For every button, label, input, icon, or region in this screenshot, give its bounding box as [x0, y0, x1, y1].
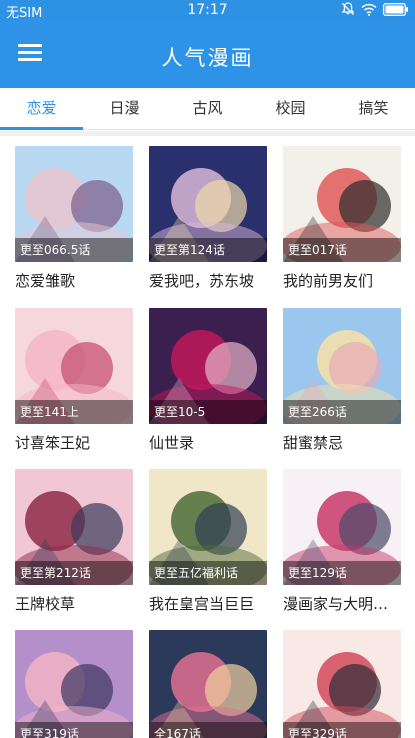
comic-card[interactable]: 全167话	[149, 630, 267, 738]
comic-cover[interactable]: 更至141上	[15, 308, 133, 424]
comic-card[interactable]: 更至141上 讨喜笨王妃	[15, 308, 133, 453]
update-status-badge: 更至329话	[283, 722, 401, 738]
comic-title: 讨喜笨王妃	[15, 434, 91, 452]
wifi-icon	[361, 3, 377, 16]
update-status-badge: 更至五亿福利话	[149, 561, 267, 585]
comic-card[interactable]: 更至第212话 王牌校草	[15, 469, 133, 614]
status-icons	[341, 2, 409, 16]
comic-cover[interactable]: 更至10-5	[149, 308, 267, 424]
update-status-badge: 更至第124话	[149, 238, 267, 262]
tab-comedy[interactable]: 搞笑	[332, 88, 415, 129]
update-status-badge: 更至10-5	[149, 400, 267, 424]
update-status-badge: 更至319话	[15, 722, 133, 738]
mute-icon	[341, 2, 355, 16]
status-bar: 无SIM 17:17	[0, 0, 415, 21]
update-status-badge: 更至第212话	[15, 561, 133, 585]
tab-romance[interactable]: 恋爱	[0, 88, 83, 130]
comic-cover[interactable]: 更至017话	[283, 146, 401, 262]
comic-card[interactable]: 更至319话	[15, 630, 133, 738]
comic-cover[interactable]: 全167话	[149, 630, 267, 738]
comic-title: 漫画家与大明…	[283, 595, 389, 613]
comic-cover[interactable]: 更至129话	[283, 469, 401, 585]
comic-cover[interactable]: 更至266话	[283, 308, 401, 424]
comic-title: 爱我吧，苏东坡	[149, 272, 255, 290]
tab-japanese[interactable]: 日漫	[83, 88, 166, 129]
comic-cover[interactable]: 更至第212话	[15, 469, 133, 585]
comic-card[interactable]: 更至第124话 爱我吧，苏东坡	[149, 146, 267, 291]
section-divider	[0, 131, 415, 136]
comic-card[interactable]: 更至017话 我的前男友们	[283, 146, 401, 291]
comic-cover[interactable]: 更至第124话	[149, 146, 267, 262]
comic-title: 恋爱雏歌	[15, 272, 76, 290]
battery-icon	[383, 2, 409, 16]
update-status-badge: 更至129话	[283, 561, 401, 585]
comic-card[interactable]: 更至329话	[283, 630, 401, 738]
comic-card[interactable]: 更至066.5话 恋爱雏歌	[15, 146, 133, 291]
comic-cover[interactable]: 更至五亿福利话	[149, 469, 267, 585]
comic-title: 王牌校草	[15, 595, 76, 613]
page-title: 人气漫画	[161, 46, 254, 70]
comic-card[interactable]: 更至129话 漫画家与大明…	[283, 469, 401, 614]
comic-cover[interactable]: 更至329话	[283, 630, 401, 738]
update-status-badge: 全167话	[149, 722, 267, 738]
comic-card[interactable]: 更至10-5 仙世录	[149, 308, 267, 453]
update-status-badge: 更至141上	[15, 400, 133, 424]
comic-cover[interactable]: 更至319话	[15, 630, 133, 738]
update-status-badge: 更至266话	[283, 400, 401, 424]
update-status-badge: 更至066.5话	[15, 238, 133, 262]
comic-title: 仙世录	[149, 434, 195, 452]
comic-title: 我在皇宫当巨巨	[149, 595, 255, 613]
comic-title: 甜蜜禁忌	[283, 434, 344, 452]
comic-title: 我的前男友们	[283, 272, 374, 290]
category-tabs: 恋爱 日漫 古风 校园 搞笑	[0, 88, 415, 130]
comic-card[interactable]: 更至五亿福利话 我在皇宫当巨巨	[149, 469, 267, 614]
update-status-badge: 更至017话	[283, 238, 401, 262]
app-bar: 人气漫画	[0, 20, 415, 88]
comic-cover[interactable]: 更至066.5话	[15, 146, 133, 262]
tab-campus[interactable]: 校园	[249, 88, 332, 129]
tab-ancient-style[interactable]: 古风	[166, 88, 249, 129]
comic-card[interactable]: 更至266话 甜蜜禁忌	[283, 308, 401, 453]
